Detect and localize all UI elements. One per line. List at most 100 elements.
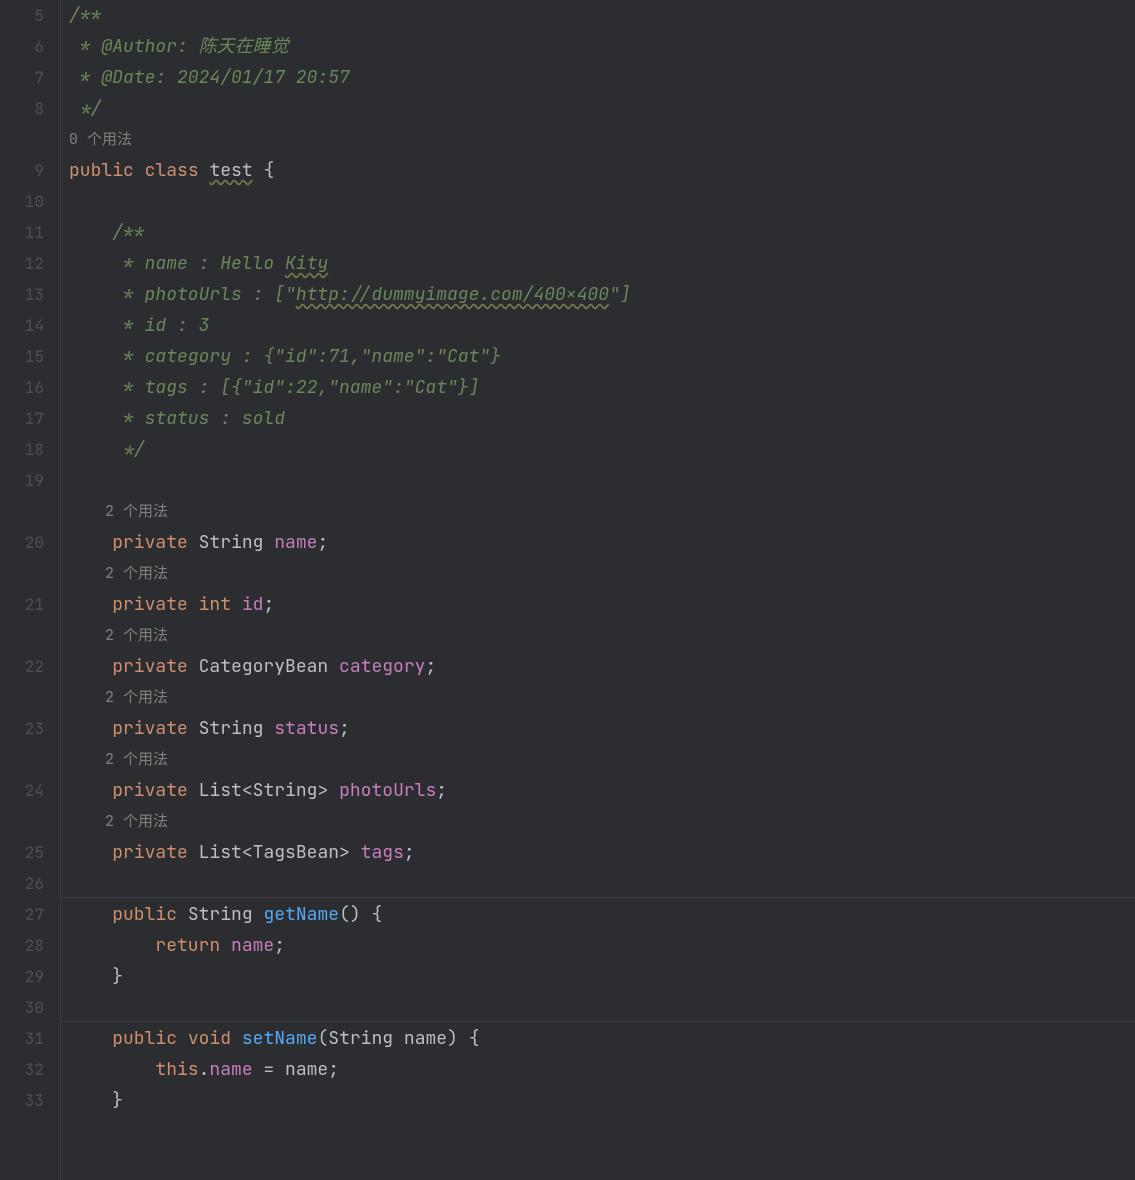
- code-line[interactable]: private String status;: [69, 713, 1135, 744]
- method-setname: setName: [242, 1027, 318, 1050]
- type-categorybean: CategoryBean: [199, 655, 329, 678]
- line-number: 11: [0, 217, 44, 248]
- code-line[interactable]: [69, 992, 1135, 1023]
- code-line[interactable]: public void setName(String name) {: [69, 1023, 1135, 1054]
- semicolon: ;: [436, 779, 447, 802]
- paren-close: ): [350, 903, 361, 926]
- keyword-private: private: [112, 655, 188, 678]
- comment-typo: Kity: [285, 252, 328, 275]
- code-line[interactable]: */: [69, 434, 1135, 465]
- code-line[interactable]: }: [69, 1085, 1135, 1116]
- comment-token: * status : sold: [112, 407, 285, 430]
- keyword-private: private: [112, 717, 188, 740]
- keyword-public: public: [112, 1027, 177, 1050]
- brace-open: {: [372, 903, 383, 926]
- angle-close: >: [339, 841, 350, 864]
- code-line[interactable]: [69, 465, 1135, 496]
- line-number: 19: [0, 465, 44, 496]
- gutter-spacer: [0, 558, 44, 589]
- semicolon: ;: [274, 934, 285, 957]
- line-number: 26: [0, 868, 44, 899]
- usage-count: 2 个用法: [105, 687, 168, 707]
- code-line[interactable]: private int id;: [69, 589, 1135, 620]
- field-category: category: [339, 655, 425, 678]
- field-name: name: [231, 934, 274, 957]
- equals: =: [253, 1058, 285, 1081]
- code-line[interactable]: private CategoryBean category;: [69, 651, 1135, 682]
- keyword-return: return: [155, 934, 220, 957]
- code-line[interactable]: * id : 3: [69, 310, 1135, 341]
- code-line[interactable]: this.name = name;: [69, 1054, 1135, 1085]
- keyword-private: private: [112, 841, 188, 864]
- angle-close: >: [317, 779, 328, 802]
- code-line[interactable]: * tags : [{"id":22,"name":"Cat"}]: [69, 372, 1135, 403]
- angle-open: <: [242, 841, 253, 864]
- line-number: 6: [0, 31, 44, 62]
- code-line[interactable]: /**: [69, 217, 1135, 248]
- comment-token: */: [69, 97, 101, 120]
- code-line[interactable]: * status : sold: [69, 403, 1135, 434]
- inlay-hint-usages[interactable]: 2 个用法: [69, 558, 1135, 589]
- code-editor[interactable]: 5 6 7 8 9 10 11 12 13 14 15 16 17 18 19 …: [0, 0, 1135, 1180]
- comment-token: * @Author:: [69, 35, 199, 58]
- code-line[interactable]: * name : Hello Kity: [69, 248, 1135, 279]
- angle-open: <: [242, 779, 253, 802]
- code-line[interactable]: private List<String> photoUrls;: [69, 775, 1135, 806]
- line-number: 28: [0, 930, 44, 961]
- code-line[interactable]: private String name;: [69, 527, 1135, 558]
- comment-token: * category : {"id":71,"name":"Cat"}: [112, 345, 501, 368]
- line-number: 29: [0, 961, 44, 992]
- inlay-hint-usages[interactable]: 2 个用法: [69, 496, 1135, 527]
- code-line[interactable]: /**: [69, 0, 1135, 31]
- gutter-spacer: [0, 682, 44, 713]
- line-number: 31: [0, 1023, 44, 1054]
- comment-token: /**: [112, 221, 144, 244]
- inlay-hint-usages[interactable]: 2 个用法: [69, 682, 1135, 713]
- code-line[interactable]: * @Author: 陈天在睡觉: [69, 31, 1135, 62]
- code-line[interactable]: * photoUrls : ["http://dummyimage.com/40…: [69, 279, 1135, 310]
- semicolon: ;: [263, 593, 274, 616]
- code-line[interactable]: * category : {"id":71,"name":"Cat"}: [69, 341, 1135, 372]
- line-number: 14: [0, 310, 44, 341]
- comment-token: * id : 3: [112, 314, 209, 337]
- keyword-void: void: [188, 1027, 231, 1050]
- line-number: 21: [0, 589, 44, 620]
- code-line[interactable]: * @Date: 2024/01/17 20:57: [69, 62, 1135, 93]
- method-separator: [61, 897, 1135, 898]
- semicolon: ;: [425, 655, 436, 678]
- field-status: status: [274, 717, 339, 740]
- code-line[interactable]: [69, 868, 1135, 899]
- semicolon: ;: [339, 717, 350, 740]
- paren-open: (: [339, 903, 350, 926]
- keyword-public: public: [112, 903, 177, 926]
- inlay-hint-usages[interactable]: 0 个用法: [69, 124, 1135, 155]
- line-number-gutter: 5 6 7 8 9 10 11 12 13 14 15 16 17 18 19 …: [0, 0, 60, 1180]
- keyword-private: private: [112, 779, 188, 802]
- inlay-hint-usages[interactable]: 2 个用法: [69, 806, 1135, 837]
- gutter-spacer: [0, 496, 44, 527]
- field-name: name: [209, 1058, 252, 1081]
- usage-count: 2 个用法: [105, 625, 168, 645]
- semicolon: ;: [328, 1058, 339, 1081]
- field-tags: tags: [361, 841, 404, 864]
- semicolon: ;: [317, 531, 328, 554]
- line-number: 8: [0, 93, 44, 124]
- code-line[interactable]: public class test {: [69, 155, 1135, 186]
- code-line[interactable]: }: [69, 961, 1135, 992]
- code-line[interactable]: public String getName() {: [69, 899, 1135, 930]
- code-line[interactable]: return name;: [69, 930, 1135, 961]
- code-content[interactable]: /** * @Author: 陈天在睡觉 * @Date: 2024/01/17…: [60, 0, 1135, 1180]
- code-line[interactable]: [69, 186, 1135, 217]
- brace-open: {: [253, 159, 275, 182]
- code-line[interactable]: */: [69, 93, 1135, 124]
- line-number: 13: [0, 279, 44, 310]
- line-number: 22: [0, 651, 44, 682]
- type-string: String: [199, 717, 264, 740]
- inlay-hint-usages[interactable]: 2 个用法: [69, 744, 1135, 775]
- keyword-private: private: [112, 593, 188, 616]
- semicolon: ;: [404, 841, 415, 864]
- inlay-hint-usages[interactable]: 2 个用法: [69, 620, 1135, 651]
- code-line[interactable]: private List<TagsBean> tags;: [69, 837, 1135, 868]
- line-number: 7: [0, 62, 44, 93]
- paren-close: ): [447, 1027, 458, 1050]
